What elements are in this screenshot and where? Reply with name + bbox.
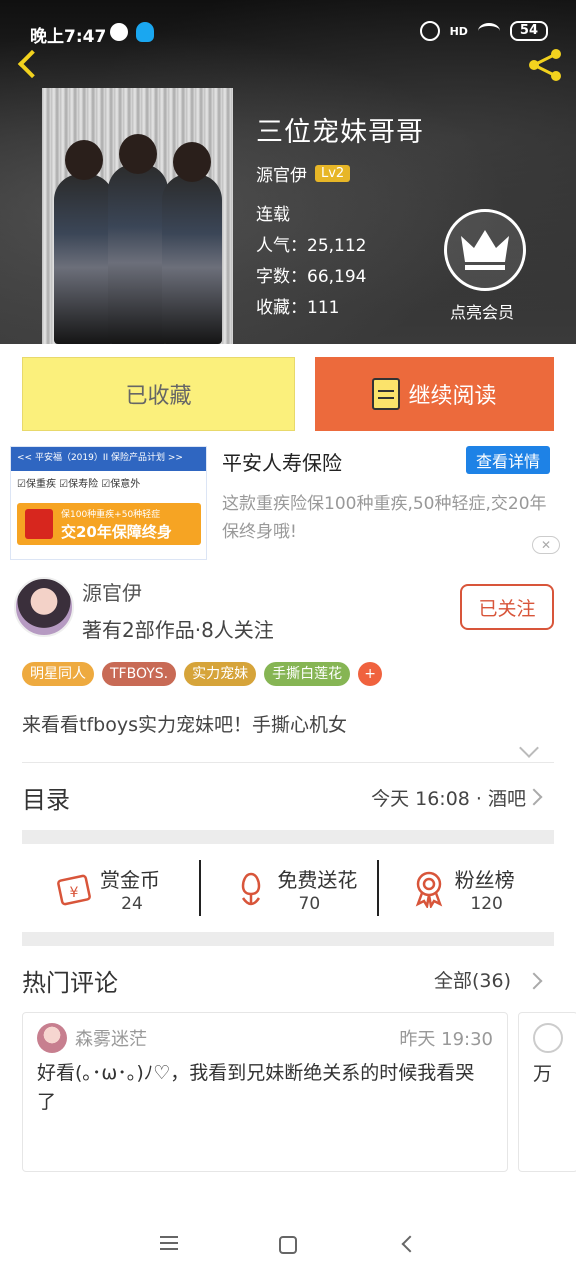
cover-figure [108,164,168,344]
book-word-count: 字数：66,194 [256,267,367,287]
book-hero: 晚上7:47 HD 54 三位宠妹哥哥 源官伊 Lv2 连载 人气：25,112… [0,0,576,344]
qq-icon [136,22,154,42]
cover-figure [162,174,222,344]
comment-card[interactable]: 森雾迷茫 昨天 19:30 好看(｡･ω･｡)ﾉ♡，我看到兄妹断绝关系的时候我看… [22,1012,508,1172]
cover-figure-head [119,134,157,174]
book-intro: 来看看tfboys实力宠妹吧！手撕心机女 [22,714,347,736]
ad-image[interactable]: << 平安福（2019）II 保险产品计划 >> ☑保重疾 ☑保寿险 ☑保意外 … [10,446,207,560]
ad-image-banner: 保100种重疾+50种轻症 交20年保障终身 [17,503,201,545]
status-bar: 晚上7:47 HD 54 [0,18,576,52]
menu-icon[interactable] [160,1236,178,1250]
back-icon[interactable] [401,1235,419,1253]
comment-text: 好看(｡･ω･｡)ﾉ♡，我看到兄妹断绝关系的时候我看哭了 [37,1062,475,1113]
ad-detail-button[interactable]: 查看详情 [466,446,550,474]
follow-button[interactable]: 已关注 [460,584,554,630]
vip-label[interactable]: 点亮会员 [450,299,514,323]
cover-figure-head [65,140,103,180]
medal-icon [415,871,442,908]
all-comments-link[interactable]: 全部(36) [434,966,511,993]
avatar[interactable] [14,577,74,637]
comment-text: 万 [533,1063,553,1085]
flower-icon [242,872,261,906]
author-stats: 著有2部作品·8人关注 [82,618,274,642]
stat-label: 赏金币 [100,868,160,892]
tag-item[interactable]: TFBOYS. [102,662,177,686]
battery-icon: 54 [509,21,548,41]
home-icon[interactable] [279,1236,297,1254]
back-button[interactable] [14,46,44,82]
reward-coin-icon: ¥ [57,874,91,906]
ad-image-checks: ☑保重疾 ☑保寿险 ☑保意外 [17,479,141,490]
stat-label: 免费送花 [277,868,358,892]
continue-reading-label: 继续阅读 [408,384,497,409]
divider [22,762,554,763]
favorite-button[interactable]: 已收藏 [22,357,295,431]
toc-title: 目录 [22,786,70,814]
section-separator [22,932,554,946]
book-icon [372,378,401,410]
chevron-down-icon[interactable] [519,738,539,758]
tag-item[interactable]: 手撕白莲花 [264,662,351,686]
book-popularity: 人气：25,112 [256,236,367,256]
tag-item[interactable]: 实力宠妹 [184,662,257,686]
chevron-right-icon [525,972,543,990]
comment-time: 昨天 19:30 [399,1029,493,1050]
cover-figure-head [173,142,211,182]
comment-avatar[interactable] [533,1023,563,1053]
ad-description[interactable]: 这款重疾险保100种重疾,50种轻症,交20年保终身哦! [222,490,558,546]
author-name[interactable]: 源官伊 [256,161,307,186]
wifi-icon [477,23,500,39]
ad-image-header: << 平安福（2019）II 保险产品计划 >> [11,447,206,471]
reward-coin-button[interactable]: ¥ 赏金币 24 [22,846,199,930]
comment-username[interactable]: 森雾迷茫 [75,1025,147,1051]
section-separator [22,830,554,844]
continue-reading-button[interactable]: 继续阅读 [315,357,554,431]
level-badge: Lv2 [315,165,351,182]
stat-value: 120 [470,894,503,914]
ad-image-small-text: 保100种重疾+50种轻症 [61,510,161,520]
share-icon[interactable] [526,46,564,84]
table-of-contents-row[interactable]: 目录 今天 16:08 · 酒吧 [22,766,554,828]
status-time: 晚上7:47 [30,27,107,47]
cover-figure [54,174,114,344]
svg-text:¥: ¥ [70,885,79,901]
ad-title[interactable]: 平安人寿保险 [222,447,342,476]
add-tag-button[interactable]: + [358,662,383,686]
ad-close-button[interactable]: ✕ [532,536,560,554]
free-flower-button[interactable]: 免费送花 70 [199,846,376,930]
ad-image-big-text: 交20年保障终身 [61,523,172,541]
tag-item[interactable]: 明星同人 [22,662,94,686]
system-navigation-bar [0,1210,576,1280]
red-envelope-icon [25,509,53,539]
crown-icon[interactable] [444,209,526,291]
globe-icon [110,23,128,41]
hero-author-row[interactable]: 源官伊 Lv2 [256,161,351,186]
stat-value: 70 [298,894,321,914]
tag-list: 明星同人 TFBOYS. 实力宠妹 手撕白莲花 + [22,662,383,686]
stat-value: 24 [121,894,143,914]
signal-icon: HD [449,24,468,38]
hot-comments-title: 热门评论 [22,969,118,997]
author-profile-name[interactable]: 源官伊 [82,577,142,606]
interaction-stats: ¥ 赏金币 24 免费送花 70 粉丝榜 120 [22,846,554,930]
stat-label: 粉丝榜 [454,868,515,892]
book-favorites: 收藏：111 [256,298,340,318]
fan-ranking-button[interactable]: 粉丝榜 120 [376,846,554,930]
comment-card[interactable]: 万 [518,1012,576,1172]
book-status: 连载 [256,205,290,225]
book-cover-image[interactable] [42,88,233,344]
comment-avatar[interactable] [37,1023,67,1053]
toc-latest-chapter: 今天 16:08 · 酒吧 [371,788,526,810]
favorite-button-label: 已收藏 [125,384,192,409]
alarm-icon [419,21,440,41]
book-title: 三位宠妹哥哥 [256,117,424,148]
chevron-right-icon [525,788,543,806]
